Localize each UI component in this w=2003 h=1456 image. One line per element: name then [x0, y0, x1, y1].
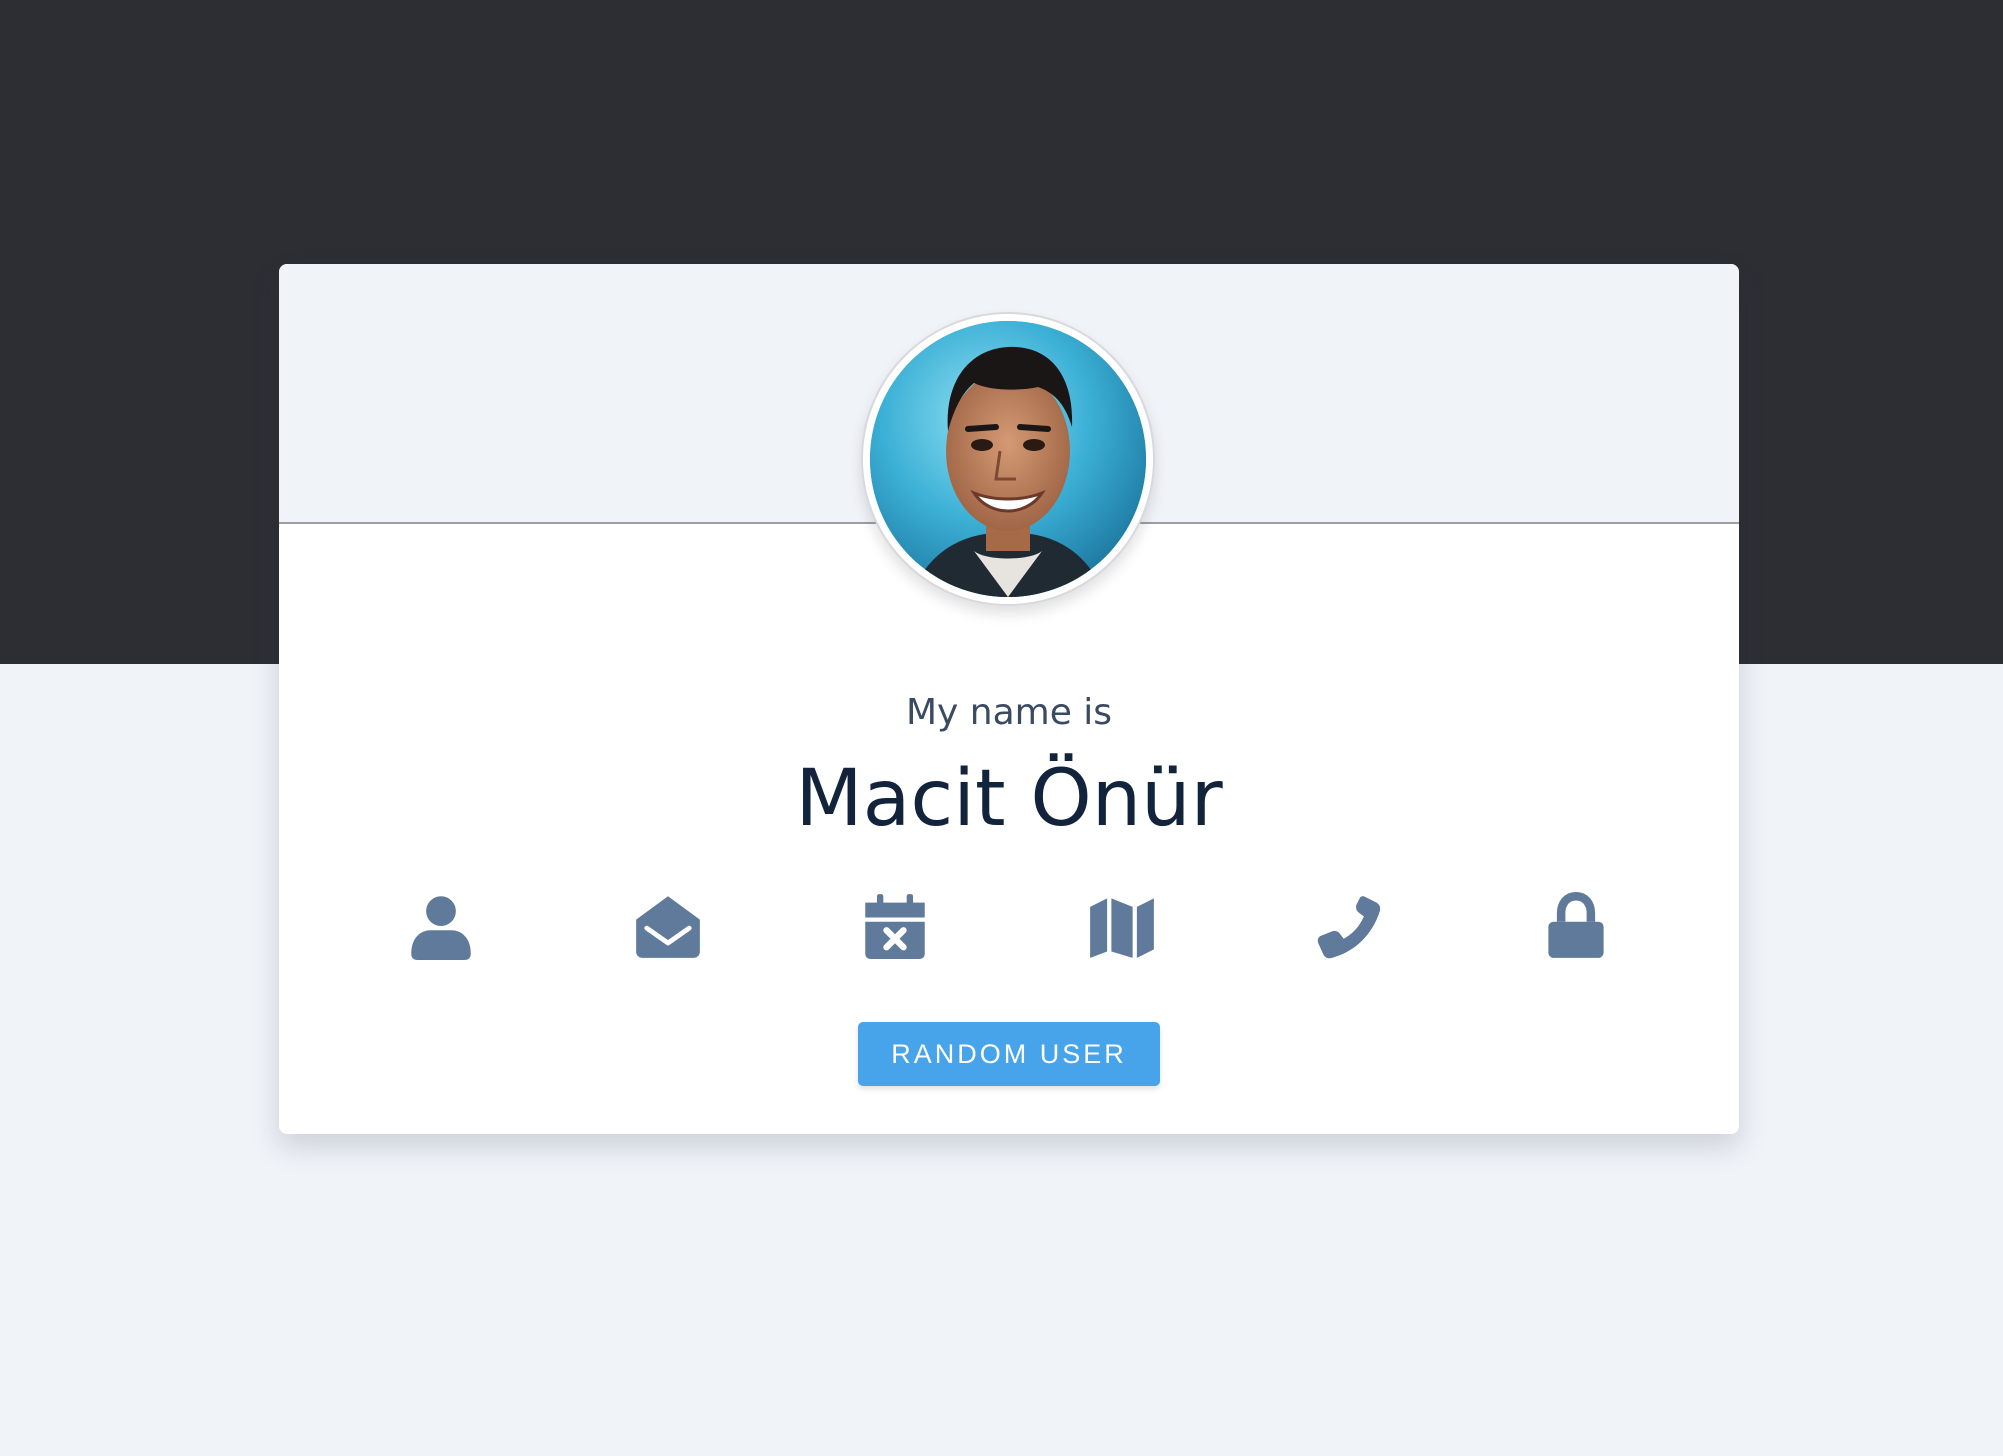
- avatar: [861, 312, 1155, 606]
- info-icon-row: [279, 890, 1739, 962]
- calendar-icon[interactable]: [859, 890, 931, 962]
- avatar-photo: [870, 321, 1146, 597]
- phone-icon[interactable]: [1313, 890, 1385, 962]
- user-icon[interactable]: [405, 890, 477, 962]
- map-icon[interactable]: [1086, 890, 1158, 962]
- envelope-open-icon[interactable]: [632, 890, 704, 962]
- user-name: Macit Önür: [795, 754, 1223, 844]
- avatar-portrait: [870, 321, 1146, 597]
- lock-icon[interactable]: [1540, 890, 1612, 962]
- name-label: My name is: [905, 692, 1113, 733]
- profile-card: My name is Macit Önür RANDOM USER: [279, 264, 1739, 1134]
- random-user-button[interactable]: RANDOM USER: [858, 1022, 1160, 1086]
